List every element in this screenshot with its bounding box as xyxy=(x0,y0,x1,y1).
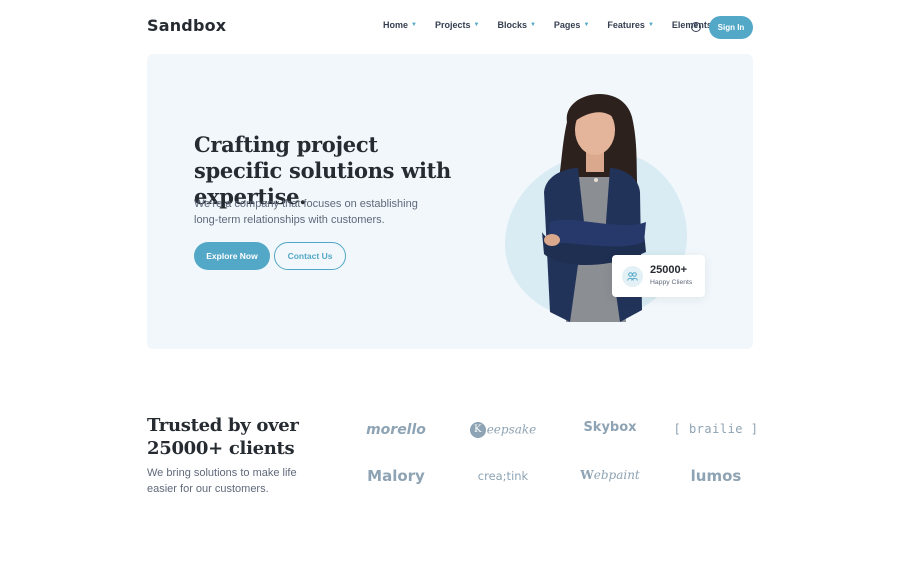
nav-item-features[interactable]: Features ▼ xyxy=(607,20,653,30)
hero-section: Crafting project specific solutions with… xyxy=(147,54,753,349)
stat-label: Happy Clients xyxy=(650,279,693,286)
nav-label: Blocks xyxy=(497,20,527,30)
chevron-down-icon: ▼ xyxy=(529,22,536,28)
chevron-down-icon: ▼ xyxy=(411,22,417,28)
client-logo-lumos: lumos xyxy=(690,467,742,485)
nav-label: Home xyxy=(383,20,409,30)
info-icon[interactable]: i xyxy=(691,22,701,32)
chevron-down-icon: ▼ xyxy=(647,22,654,28)
client-logo-skybox: Skybox xyxy=(583,420,637,435)
top-nav: Sandbox Home ▼ Projects ▼ Blocks ▼ Pages ▼ F… xyxy=(0,0,900,54)
nav-label: Projects xyxy=(434,20,471,30)
client-logo-morello: morello xyxy=(366,422,426,438)
trusted-subtitle: We bring solutions to make life easier f… xyxy=(147,467,297,495)
nav-item-pages[interactable]: Pages ▼ xyxy=(554,20,589,30)
client-logo-text: eepsake xyxy=(486,422,537,437)
trusted-title: Trusted by over 25000+ clients xyxy=(147,415,299,459)
client-logo-text: ebpaint xyxy=(593,468,640,482)
chevron-down-icon: ▼ xyxy=(473,22,480,28)
keepsake-k-mark: K xyxy=(469,422,486,438)
main-menu: Home ▼ Projects ▼ Blocks ▼ Pages ▼ Features ▼… xyxy=(383,20,739,30)
client-logo-brailie: [ brailie ] xyxy=(673,422,759,436)
client-logo-webpaint: Webpaint xyxy=(580,468,640,482)
client-logo-creatink: crea;tink xyxy=(477,469,529,483)
nav-item-home[interactable]: Home ▼ xyxy=(383,20,417,30)
nav-item-projects[interactable]: Projects ▼ xyxy=(435,20,479,30)
stat-value: 25000+ xyxy=(650,264,688,276)
client-logos: morello Keepsake Skybox [ brailie ] Malo… xyxy=(342,414,772,504)
nav-label: Features xyxy=(607,20,645,30)
chevron-down-icon: ▼ xyxy=(583,22,590,28)
explore-now-button[interactable]: Explore Now xyxy=(194,242,270,270)
client-logo-keepsake: Keepsake xyxy=(449,422,557,438)
site-logo[interactable]: Sandbox xyxy=(147,16,226,35)
nav-item-blocks[interactable]: Blocks ▼ xyxy=(497,20,535,30)
hero-subtitle: We're a company that focuses on establis… xyxy=(194,198,418,226)
contact-us-button[interactable]: Contact Us xyxy=(274,242,346,270)
users-icon xyxy=(622,266,643,287)
nav-label: Pages xyxy=(553,20,581,30)
sign-in-button[interactable]: Sign In xyxy=(709,16,753,39)
client-logo-malory: Malory xyxy=(367,467,425,485)
happy-clients-card: 25000+ Happy Clients xyxy=(612,255,705,297)
